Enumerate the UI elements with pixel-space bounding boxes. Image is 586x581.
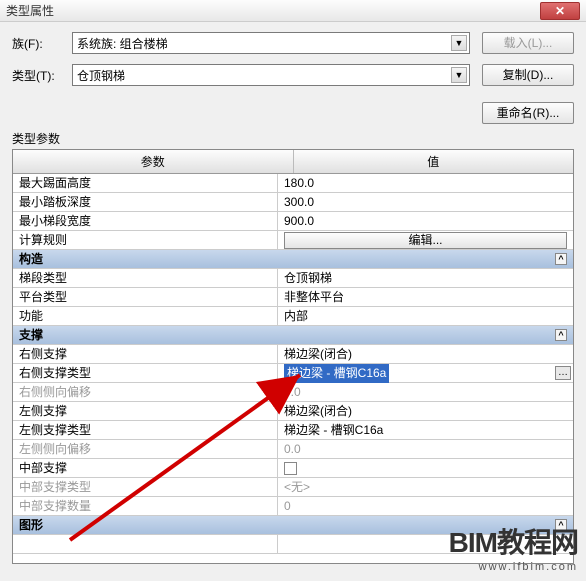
table-row: 左侧支撑梯边梁(闭合) <box>13 402 573 421</box>
close-button[interactable]: ✕ <box>540 2 580 20</box>
param-cell: 右侧侧向偏移 <box>13 383 278 401</box>
value-cell[interactable]: 非整体平台 <box>278 288 573 306</box>
value-cell[interactable]: 梯边梁 - 槽钢C16a … <box>278 364 573 382</box>
param-cell: 平台类型 <box>13 288 278 306</box>
table-row: 平台类型非整体平台 <box>13 288 573 307</box>
family-value: 系统族: 组合楼梯 <box>77 35 168 52</box>
ellipsis-button[interactable]: … <box>555 366 571 380</box>
group-row-construction[interactable]: 构造^ <box>13 250 573 269</box>
family-select[interactable]: 系统族: 组合楼梯 ▼ <box>72 32 470 54</box>
value-cell[interactable]: 梯边梁(闭合) <box>278 345 573 363</box>
param-cell: 中部支撑类型 <box>13 478 278 496</box>
param-cell: 功能 <box>13 307 278 325</box>
table-row: 计算规则编辑... <box>13 231 573 250</box>
param-table: 参数 值 最大踢面高度180.0 最小踏板深度300.0 最小梯段宽度900.0… <box>12 149 574 564</box>
param-cell: 左侧支撑 <box>13 402 278 420</box>
selected-value: 梯边梁 - 槽钢C16a <box>284 364 389 383</box>
param-cell: 右侧支撑 <box>13 345 278 363</box>
param-cell: 最小梯段宽度 <box>13 212 278 230</box>
group-row-support[interactable]: 支撑^ <box>13 326 573 345</box>
param-cell: 左侧侧向偏移 <box>13 440 278 458</box>
table-row: 最小踏板深度300.0 <box>13 193 573 212</box>
param-cell: 右侧支撑类型 <box>13 364 278 382</box>
param-cell: 中部支撑 <box>13 459 278 477</box>
param-cell: 中部支撑数量 <box>13 497 278 515</box>
watermark-url: www.ifbim.com <box>449 561 578 573</box>
param-cell: 计算规则 <box>13 231 278 249</box>
table-row: 右侧侧向偏移0.0 <box>13 383 573 402</box>
table-row: 最小梯段宽度900.0 <box>13 212 573 231</box>
value-cell[interactable]: 180.0 <box>278 174 573 192</box>
section-label: 类型参数 <box>12 130 586 147</box>
value-cell[interactable]: 内部 <box>278 307 573 325</box>
type-label: 类型(T): <box>12 67 72 84</box>
edit-button[interactable]: 编辑... <box>284 232 567 249</box>
value-cell[interactable]: 900.0 <box>278 212 573 230</box>
chevron-down-icon: ▼ <box>451 67 467 83</box>
value-cell: 编辑... <box>278 231 573 249</box>
load-button[interactable]: 载入(L)... <box>482 32 574 54</box>
table-row: 右侧支撑梯边梁(闭合) <box>13 345 573 364</box>
table-row: 左侧支撑类型梯边梁 - 槽钢C16a <box>13 421 573 440</box>
table-row: 左侧侧向偏移0.0 <box>13 440 573 459</box>
value-cell: 0.0 <box>278 383 573 401</box>
table-row-selected: 右侧支撑类型梯边梁 - 槽钢C16a … <box>13 364 573 383</box>
table-row: 功能内部 <box>13 307 573 326</box>
param-cell: 梯段类型 <box>13 269 278 287</box>
collapse-icon[interactable]: ^ <box>555 253 567 265</box>
watermark-logo: BIM教程网 <box>449 521 578 561</box>
value-cell: 0.0 <box>278 440 573 458</box>
watermark: BIM教程网 www.ifbim.com <box>449 521 578 573</box>
table-row: 最大踢面高度180.0 <box>13 174 573 193</box>
value-cell[interactable]: 梯边梁(闭合) <box>278 402 573 420</box>
window-title: 类型属性 <box>6 2 540 19</box>
type-select[interactable]: 仓顶钢梯 ▼ <box>72 64 470 86</box>
checkbox[interactable] <box>284 462 297 475</box>
param-cell: 左侧支撑类型 <box>13 421 278 439</box>
table-row: 中部支撑类型<无> <box>13 478 573 497</box>
titlebar: 类型属性 ✕ <box>0 0 586 22</box>
collapse-icon[interactable]: ^ <box>555 329 567 341</box>
table-row: 中部支撑数量0 <box>13 497 573 516</box>
table-row: 梯段类型仓顶钢梯 <box>13 269 573 288</box>
table-row: 中部支撑 <box>13 459 573 478</box>
header-param: 参数 <box>13 150 294 173</box>
value-cell[interactable]: 仓顶钢梯 <box>278 269 573 287</box>
header-value: 值 <box>294 150 574 173</box>
type-value: 仓顶钢梯 <box>77 67 125 84</box>
param-cell: 最小踏板深度 <box>13 193 278 211</box>
table-header: 参数 值 <box>13 150 573 174</box>
value-cell: <无> <box>278 478 573 496</box>
value-cell[interactable]: 梯边梁 - 槽钢C16a <box>278 421 573 439</box>
param-cell: 最大踢面高度 <box>13 174 278 192</box>
chevron-down-icon: ▼ <box>451 35 467 51</box>
close-icon: ✕ <box>555 4 565 18</box>
value-cell[interactable] <box>278 459 573 477</box>
rename-button[interactable]: 重命名(R)... <box>482 102 574 124</box>
value-cell: 0 <box>278 497 573 515</box>
value-cell[interactable]: 300.0 <box>278 193 573 211</box>
family-label: 族(F): <box>12 35 72 52</box>
duplicate-button[interactable]: 复制(D)... <box>482 64 574 86</box>
form-area: 族(F): 系统族: 组合楼梯 ▼ 载入(L)... 类型(T): 仓顶钢梯 ▼… <box>0 22 586 102</box>
